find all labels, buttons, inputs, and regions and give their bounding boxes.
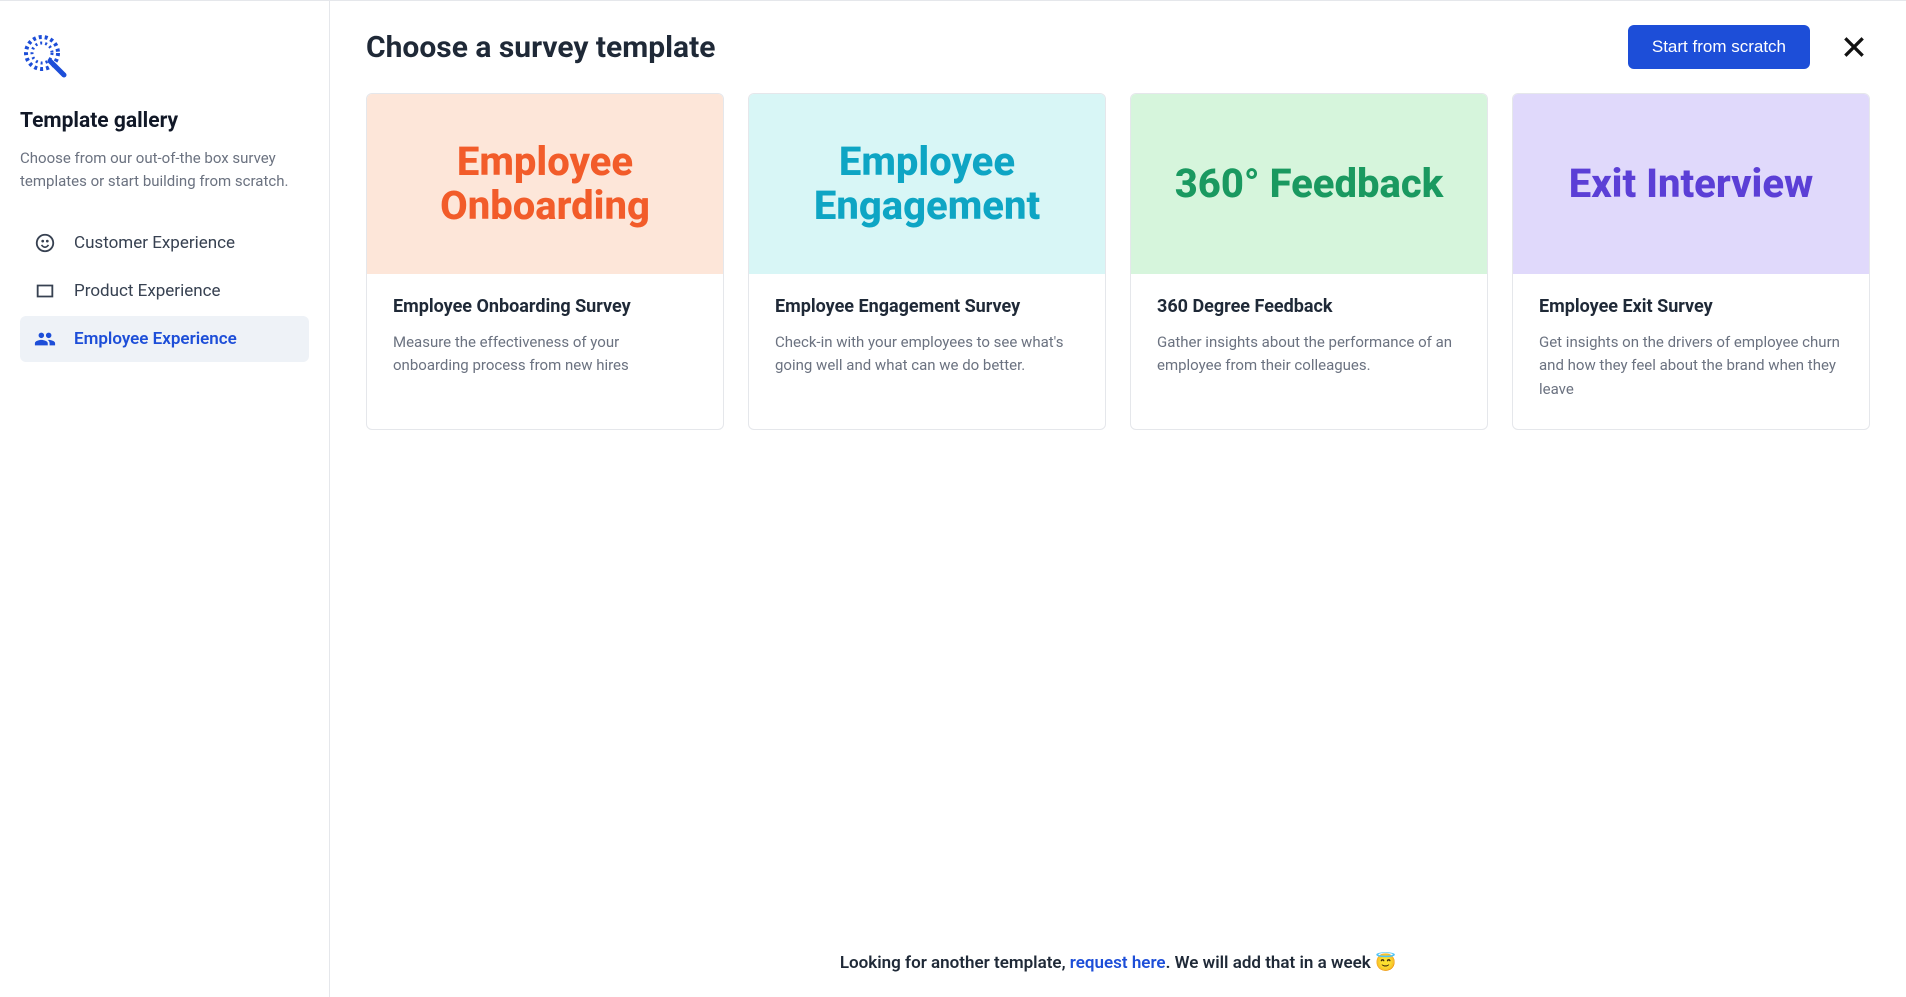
page-title: Choose a survey template [366,30,715,65]
sidebar-item-customer-experience[interactable]: Customer Experience [20,220,309,266]
template-body: Employee Exit Survey Get insights on the… [1513,274,1869,429]
header-actions: Start from scratch [1628,25,1870,69]
template-hero-text: 360° Feedback [1175,162,1444,206]
template-title: Employee Engagement Survey [775,296,1079,317]
template-grid: Employee Onboarding Employee Onboarding … [366,93,1870,430]
sidebar-item-label: Customer Experience [74,233,235,253]
template-body: 360 Degree Feedback Gather insights abou… [1131,274,1487,406]
template-body: Employee Engagement Survey Check-in with… [749,274,1105,406]
main-header: Choose a survey template Start from scra… [366,25,1870,69]
template-body: Employee Onboarding Survey Measure the e… [367,274,723,406]
template-card-360-feedback[interactable]: 360° Feedback 360 Degree Feedback Gather… [1130,93,1488,430]
template-card-exit-interview[interactable]: Exit Interview Employee Exit Survey Get … [1512,93,1870,430]
footer-message: Looking for another template, request he… [366,933,1870,997]
close-button[interactable] [1838,31,1870,63]
sidebar-item-label: Employee Experience [74,329,237,349]
people-icon [34,328,56,350]
template-hero-text: Employee Engagement [773,140,1081,228]
sidebar-nav: Customer Experience Product Experience E… [20,220,309,362]
start-from-scratch-button[interactable]: Start from scratch [1628,25,1810,69]
template-description: Measure the effectiveness of your onboar… [393,331,697,378]
template-hero: Employee Engagement [749,94,1105,274]
sidebar-item-employee-experience[interactable]: Employee Experience [20,316,309,362]
window-icon [34,280,56,302]
template-hero: Employee Onboarding [367,94,723,274]
template-hero: 360° Feedback [1131,94,1487,274]
sidebar-item-product-experience[interactable]: Product Experience [20,268,309,314]
template-card-onboarding[interactable]: Employee Onboarding Employee Onboarding … [366,93,724,430]
template-description: Check-in with your employees to see what… [775,331,1079,378]
main-content: Choose a survey template Start from scra… [330,1,1906,997]
request-template-link[interactable]: request here [1070,953,1166,973]
footer-suffix: . We will add that in a week 😇 [1166,953,1397,973]
template-description: Get insights on the drivers of employee … [1539,331,1843,401]
sidebar-description: Choose from our out-of-the box survey te… [20,147,309,192]
sidebar: Template gallery Choose from our out-of-… [0,1,330,997]
template-hero: Exit Interview [1513,94,1869,274]
template-title: 360 Degree Feedback [1157,296,1461,317]
template-title: Employee Onboarding Survey [393,296,697,317]
sidebar-item-label: Product Experience [74,281,221,301]
template-card-engagement[interactable]: Employee Engagement Employee Engagement … [748,93,1106,430]
template-hero-text: Employee Onboarding [391,140,699,228]
sidebar-title: Template gallery [20,109,309,133]
template-title: Employee Exit Survey [1539,296,1843,317]
template-description: Gather insights about the performance of… [1157,331,1461,378]
smile-icon [34,232,56,254]
footer-prefix: Looking for another template, [840,953,1070,973]
template-hero-text: Exit Interview [1569,162,1814,206]
app-logo [20,31,68,79]
